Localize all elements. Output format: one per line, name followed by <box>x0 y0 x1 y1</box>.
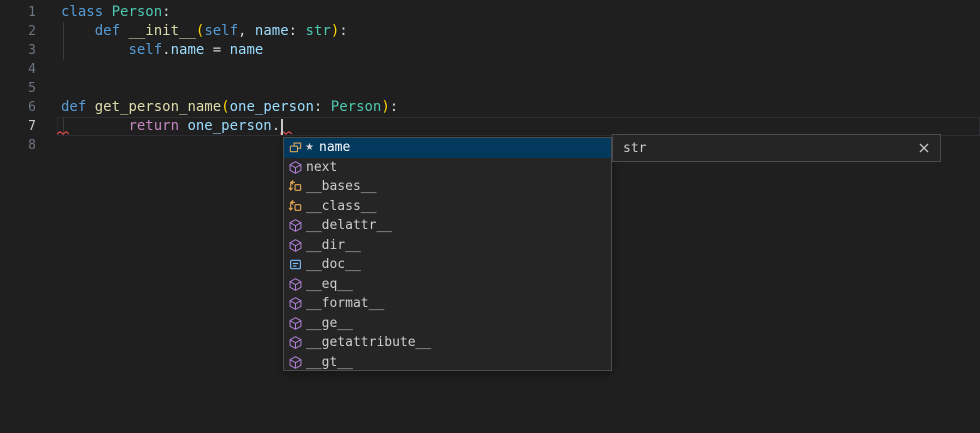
code-token: . <box>162 42 170 58</box>
code-token: name <box>171 42 205 58</box>
code-text: def get_person_name(one_person: Person): <box>36 98 398 117</box>
code-line[interactable]: 2 def __init__(self, name: str): <box>0 22 980 41</box>
suggest-item-next[interactable]: next <box>284 158 611 178</box>
code-line[interactable]: 1class Person: <box>0 3 980 22</box>
code-token: one_person <box>230 99 314 115</box>
code-editor[interactable]: 1class Person:2 def __init__(self, name:… <box>0 0 980 433</box>
line-number: 8 <box>0 136 36 155</box>
code-text <box>36 79 61 98</box>
suggest-item-doc[interactable]: __doc__ <box>284 255 611 275</box>
text-icon <box>287 257 303 273</box>
method-icon <box>287 159 303 175</box>
method-icon <box>287 218 303 234</box>
text-cursor <box>281 119 283 135</box>
suggest-item-ge[interactable]: __ge__ <box>284 314 611 334</box>
method-icon <box>287 335 303 351</box>
field-icon <box>287 140 303 156</box>
line-number: 7 <box>0 117 36 136</box>
suggest-item-bases[interactable]: __bases__ <box>284 177 611 197</box>
code-token <box>297 23 305 39</box>
suggest-item-label: next <box>306 160 337 175</box>
suggest-item-label: __class__ <box>306 199 376 214</box>
code-line[interactable]: 5 <box>0 79 980 98</box>
code-token: def <box>95 23 120 39</box>
code-text: def __init__(self, name: str): <box>36 22 348 41</box>
suggest-item-dir[interactable]: __dir__ <box>284 236 611 256</box>
code-token: ) <box>381 99 389 115</box>
suggest-detail-text: str <box>613 141 916 156</box>
code-token <box>246 23 254 39</box>
suggest-item-label: name <box>319 140 350 155</box>
method-icon <box>287 354 303 370</box>
suggest-item-label: __format__ <box>306 296 384 311</box>
code-token: str <box>306 23 331 39</box>
code-token: __init__ <box>128 23 195 39</box>
suggest-item-label: __eq__ <box>306 277 353 292</box>
suggest-detail-panel: str <box>612 134 941 162</box>
code-token: Person <box>112 4 163 20</box>
line-number: 5 <box>0 79 36 98</box>
code-token: = <box>213 42 221 58</box>
code-token <box>103 4 111 20</box>
suggest-item-label: __doc__ <box>306 257 361 272</box>
code-token <box>322 99 330 115</box>
suggest-item-label: __delattr__ <box>306 218 392 233</box>
code-text <box>36 60 61 79</box>
suggest-item-label: __gt__ <box>306 355 353 370</box>
code-token: : <box>162 4 170 20</box>
code-token: : <box>339 23 347 39</box>
code-token: ( <box>221 99 229 115</box>
close-icon[interactable] <box>916 140 932 156</box>
code-line[interactable]: 6def get_person_name(one_person: Person)… <box>0 98 980 117</box>
code-token <box>204 42 212 58</box>
code-token <box>61 42 128 58</box>
code-token: self <box>204 23 238 39</box>
suggest-item-eq[interactable]: __eq__ <box>284 275 611 295</box>
code-token <box>221 42 229 58</box>
code-token: class <box>61 4 103 20</box>
suggest-item-name[interactable]: ★name <box>284 138 611 158</box>
method-icon <box>287 296 303 312</box>
suggest-widget: ★name next __bases__ __class__ __delattr__ __… <box>283 137 612 371</box>
suggest-item-label: __bases__ <box>306 179 376 194</box>
class-icon <box>287 179 303 195</box>
error-squiggle-icon <box>57 131 69 135</box>
code-text: class Person: <box>36 3 171 22</box>
suggest-item-class[interactable]: __class__ <box>284 197 611 217</box>
code-token: name <box>255 23 289 39</box>
line-number: 4 <box>0 60 36 79</box>
suggest-item-label: __ge__ <box>306 316 353 331</box>
code-text: self.name = name <box>36 41 263 60</box>
suggest-item-gt[interactable]: __gt__ <box>284 353 611 372</box>
code-line[interactable]: 3 self.name = name <box>0 41 980 60</box>
code-token: ) <box>331 23 339 39</box>
class-icon <box>287 198 303 214</box>
suggest-item-delattr[interactable]: __delattr__ <box>284 216 611 236</box>
code-line[interactable]: 4 <box>0 60 980 79</box>
line-number: 2 <box>0 22 36 41</box>
method-icon <box>287 276 303 292</box>
line-number: 1 <box>0 3 36 22</box>
suggest-item-label: __dir__ <box>306 238 361 253</box>
code-text <box>36 136 61 155</box>
method-icon <box>287 237 303 253</box>
suggest-item-getattribute[interactable]: __getattribute__ <box>284 333 611 353</box>
star-icon: ★ <box>303 142 316 153</box>
code-token: : <box>289 23 297 39</box>
indent-guide <box>63 22 64 60</box>
line-number: 3 <box>0 41 36 60</box>
suggest-item-label: __getattribute__ <box>306 335 431 350</box>
code-token: : <box>390 99 398 115</box>
code-token: Person <box>331 99 382 115</box>
code-token: self <box>128 42 162 58</box>
code-token: def <box>61 99 86 115</box>
code-token <box>61 23 95 39</box>
method-icon <box>287 315 303 331</box>
code-token: get_person_name <box>95 99 221 115</box>
line-number: 6 <box>0 98 36 117</box>
suggest-item-format[interactable]: __format__ <box>284 294 611 314</box>
code-token <box>86 99 94 115</box>
code-token: name <box>230 42 264 58</box>
